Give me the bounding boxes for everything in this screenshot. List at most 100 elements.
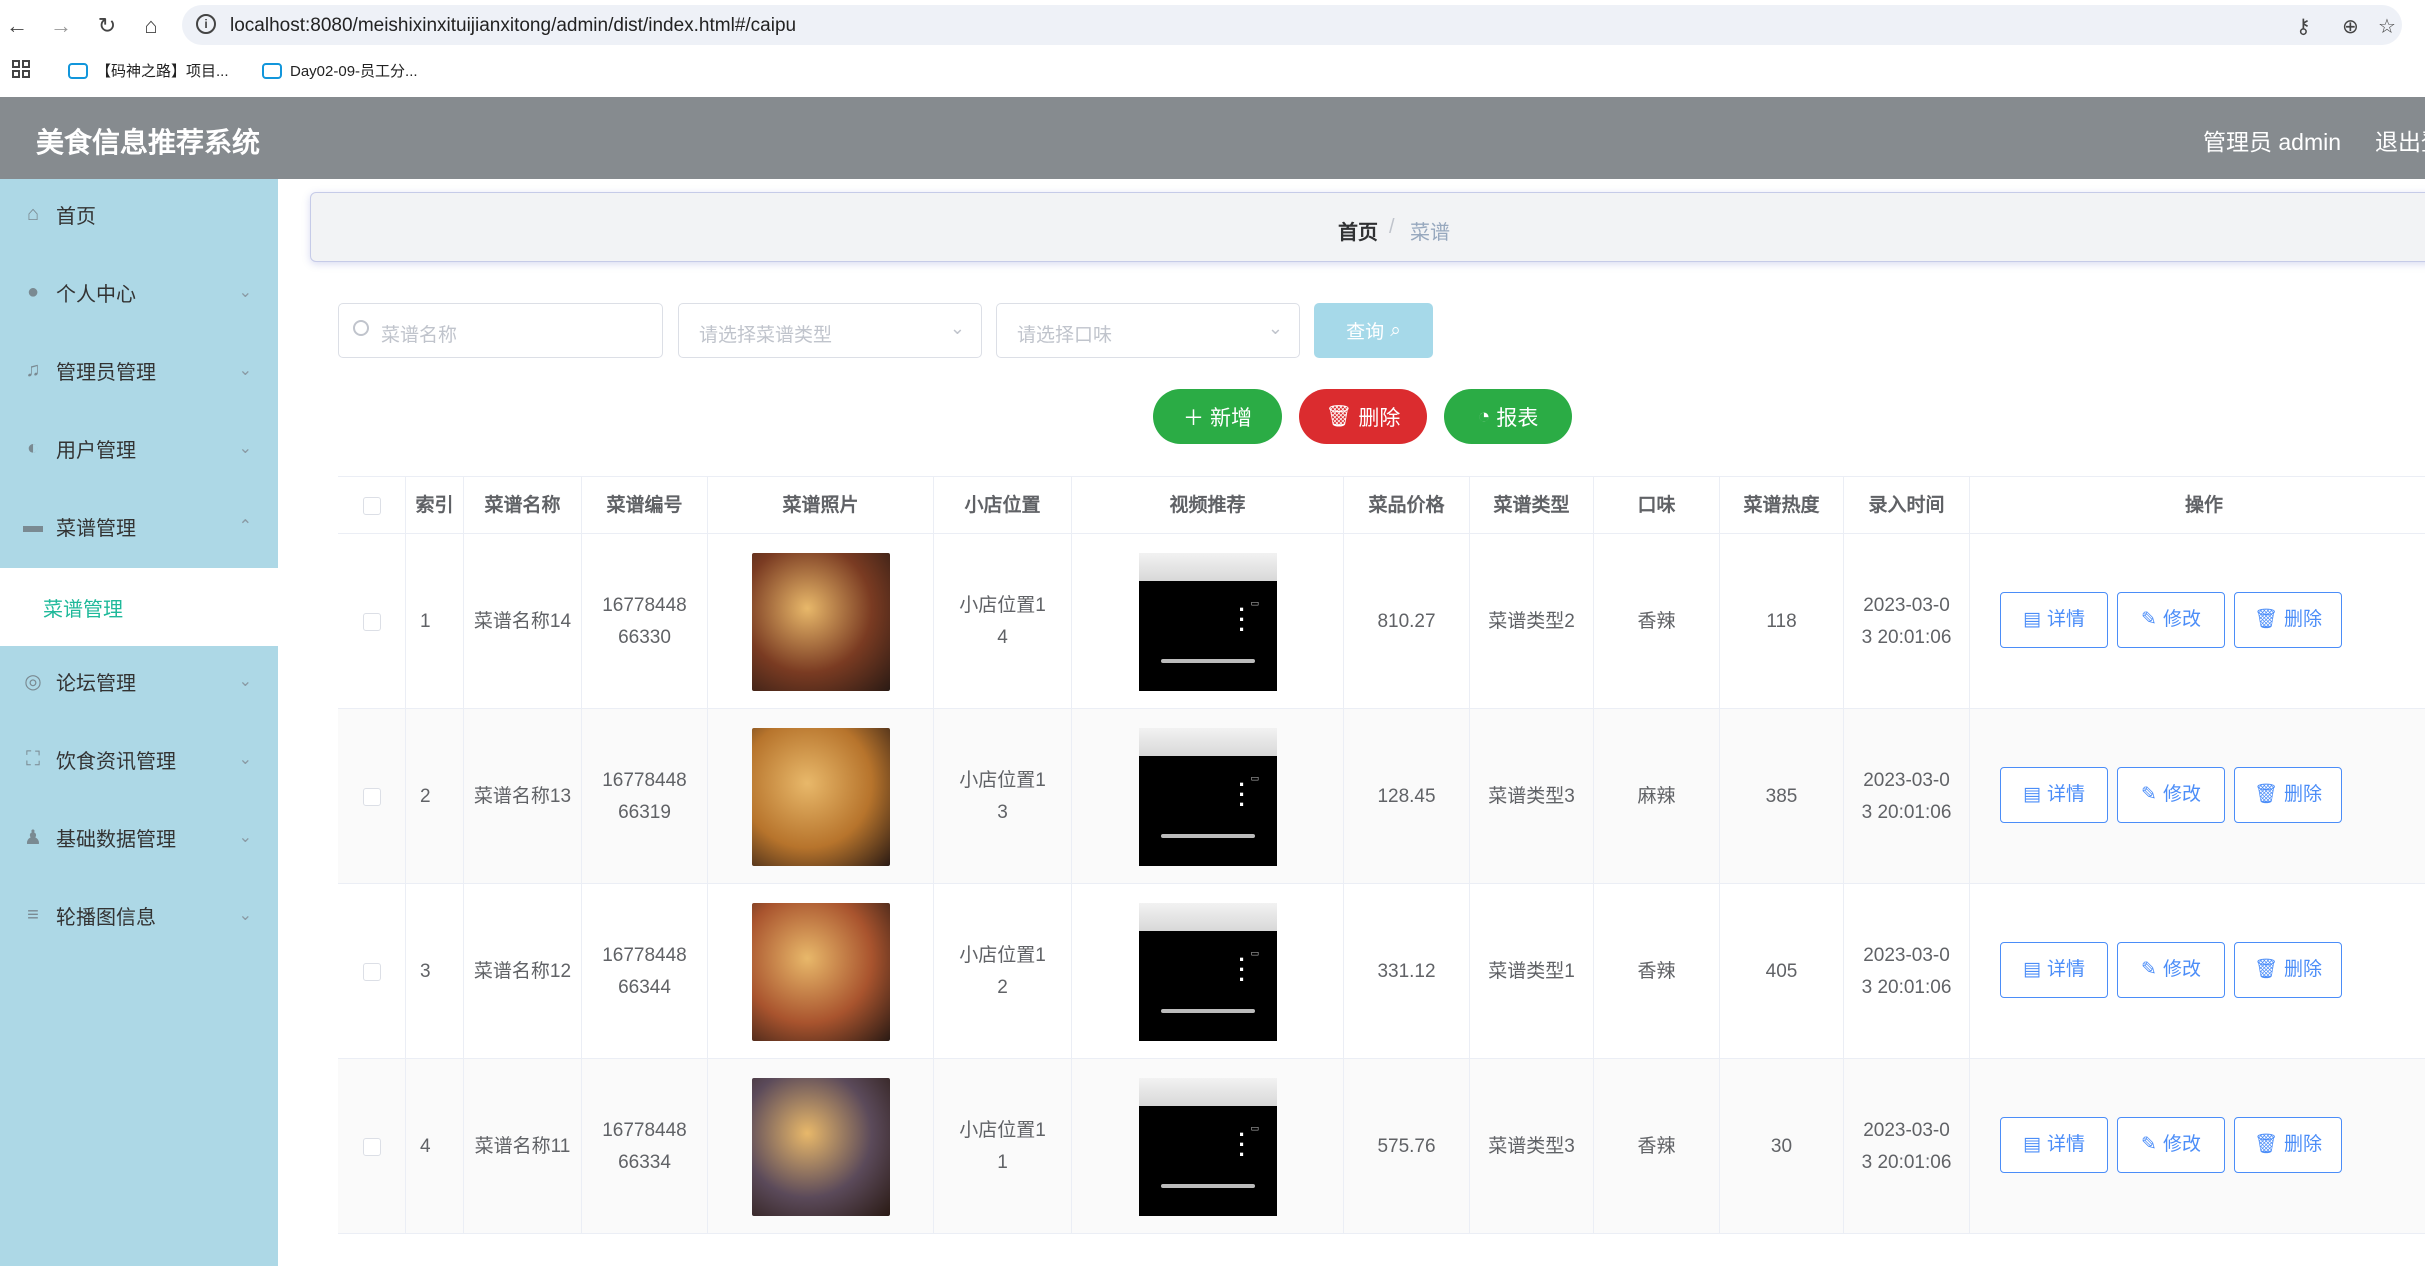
logout-link[interactable]: 退出登: [2375, 123, 2425, 157]
row-checkbox[interactable]: [362, 787, 381, 806]
bookmark-item[interactable]: Day02-09-员工分...: [262, 60, 418, 81]
report-button[interactable]: ◔ 报表: [1444, 389, 1572, 444]
video-progress-bar[interactable]: [1160, 1183, 1255, 1188]
action-label: 详情: [2046, 609, 2085, 630]
bookmark-star-icon[interactable]: ☆: [2378, 14, 2396, 39]
sidebar-item-news[interactable]: ⛶ 饮食资讯管理 ⌄: [0, 724, 278, 794]
cell-photo: [708, 1059, 934, 1234]
column-header[interactable]: 索引: [406, 477, 464, 535]
back-icon[interactable]: ←: [2, 11, 32, 41]
home-browser-icon[interactable]: ⌂: [136, 11, 166, 41]
apps-grid-icon[interactable]: [12, 60, 30, 78]
recipe-type-placeholder: 请选择菜谱类型: [699, 325, 833, 346]
query-button[interactable]: 查询 ⌕: [1314, 303, 1433, 358]
more-options-icon[interactable]: · · ·: [1239, 948, 1246, 990]
video-player[interactable]: ▭ · · ·: [1138, 552, 1277, 691]
row-delete-button[interactable]: 🗑 删除: [2234, 592, 2342, 648]
more-options-icon[interactable]: · · ·: [1239, 1123, 1246, 1165]
search-icon: [353, 320, 369, 336]
add-button[interactable]: ＋ 新增: [1153, 389, 1282, 444]
video-badge-icon: ▭: [1250, 597, 1260, 608]
column-header[interactable]: 口味: [1594, 477, 1720, 535]
column-header[interactable]: 菜谱编号: [582, 477, 708, 535]
cell-photo: [708, 884, 934, 1059]
detail-button[interactable]: ▤ 详情: [2000, 592, 2108, 648]
column-header[interactable]: 菜谱类型: [1470, 477, 1594, 535]
sidebar-item-home[interactable]: ⌂ 首页: [0, 179, 278, 249]
recipe-type-select[interactable]: 请选择菜谱类型 ⌄: [678, 303, 982, 358]
row-checkbox[interactable]: [362, 962, 381, 981]
row-delete-button[interactable]: 🗑 删除: [2234, 767, 2342, 823]
breadcrumb-home[interactable]: 首页: [1338, 216, 1378, 245]
reload-icon[interactable]: ↻: [92, 11, 122, 41]
column-header[interactable]: 小店位置: [934, 477, 1072, 535]
delete-label: 删除: [1358, 406, 1401, 430]
edit-button[interactable]: ✎ 修改: [2117, 942, 2225, 998]
video-player[interactable]: ▭ · · ·: [1138, 1077, 1277, 1216]
edit-button[interactable]: ✎ 修改: [2117, 767, 2225, 823]
video-progress-bar[interactable]: [1160, 1008, 1255, 1013]
submenu-recipe-management[interactable]: 菜谱管理: [0, 568, 278, 646]
detail-button[interactable]: ▤ 详情: [2000, 767, 2108, 823]
sidebar-item-label: 菜谱管理: [56, 517, 136, 540]
row-checkbox[interactable]: [362, 612, 381, 631]
recipe-photo[interactable]: [751, 902, 890, 1041]
column-header[interactable]: 录入时间: [1844, 477, 1970, 535]
cell-code: 16778448 66334: [582, 1059, 708, 1234]
sidebar-item-label: 轮播图信息: [56, 906, 156, 929]
sidebar-item-label: 用户管理: [56, 439, 136, 462]
url-text[interactable]: localhost:8080/meishixinxituijianxitong/…: [230, 15, 796, 37]
site-info-icon[interactable]: i: [196, 14, 216, 34]
edit-button[interactable]: ✎ 修改: [2117, 592, 2225, 648]
bookmark-item[interactable]: 【码神之路】项目...: [68, 60, 229, 81]
cell-name: 菜谱名称13: [464, 709, 582, 884]
edit-icon: ✎: [2141, 959, 2157, 980]
cell-heat: 30: [1720, 1059, 1844, 1234]
detail-button[interactable]: ▤ 详情: [2000, 942, 2108, 998]
recipe-photo[interactable]: [751, 727, 890, 866]
video-player[interactable]: ▭ · · ·: [1138, 727, 1277, 866]
row-delete-button[interactable]: 🗑 删除: [2234, 1117, 2342, 1173]
column-header[interactable]: 视频推荐: [1072, 477, 1344, 535]
forward-icon[interactable]: →: [46, 11, 76, 41]
sidebar-item-profile[interactable]: ● 个人中心 ⌄: [0, 257, 278, 327]
column-header[interactable]: 菜谱照片: [708, 477, 934, 535]
submenu-label: 菜谱管理: [43, 599, 123, 621]
column-header[interactable]: 菜品价格: [1344, 477, 1470, 535]
select-all-checkbox[interactable]: [362, 496, 381, 515]
taste-select[interactable]: 请选择口味 ⌄: [996, 303, 1300, 358]
cell-actions: ▤ 详情 ✎ 修改 🗑 删除: [1970, 534, 2425, 709]
sidebar-item-recipes[interactable]: ▬ 菜谱管理 ⌃: [0, 491, 278, 561]
row-select-cell: [338, 1059, 406, 1234]
zoom-icon[interactable]: ⊕: [2342, 14, 2359, 39]
password-key-icon[interactable]: ⚷: [2296, 14, 2311, 39]
sidebar-item-carousel[interactable]: ≡ 轮播图信息 ⌄: [0, 880, 278, 950]
row-delete-button[interactable]: 🗑 删除: [2234, 942, 2342, 998]
cell-price: 128.45: [1344, 709, 1470, 884]
more-options-icon[interactable]: · · ·: [1239, 773, 1246, 815]
row-checkbox[interactable]: [362, 1137, 381, 1156]
edit-button[interactable]: ✎ 修改: [2117, 1117, 2225, 1173]
cell-actions: ▤ 详情 ✎ 修改 🗑 删除: [1970, 709, 2425, 884]
batch-delete-button[interactable]: 🗑 删除: [1299, 389, 1427, 444]
more-options-icon[interactable]: · · ·: [1239, 598, 1246, 640]
column-header[interactable]: 菜谱热度: [1720, 477, 1844, 535]
sidebar-item-forum[interactable]: ◎ 论坛管理 ⌄: [0, 646, 278, 716]
sidebar-item-users[interactable]: ◐ 用户管理 ⌄: [0, 413, 278, 483]
sidebar-item-base-data[interactable]: ♟ 基础数据管理 ⌄: [0, 802, 278, 872]
chevron-down-icon: ⌄: [238, 284, 252, 301]
video-progress-bar[interactable]: [1160, 658, 1255, 663]
edit-icon: ✎: [2141, 609, 2157, 630]
recipe-photo[interactable]: [751, 552, 890, 691]
chevron-up-icon: ⌃: [238, 518, 252, 535]
video-player[interactable]: ▭ · · ·: [1138, 902, 1277, 1041]
recipe-name-input[interactable]: 菜谱名称: [338, 303, 663, 358]
detail-button[interactable]: ▤ 详情: [2000, 1117, 2108, 1173]
recipe-photo[interactable]: [751, 1077, 890, 1216]
sidebar-item-admins[interactable]: ♫ 管理员管理 ⌄: [0, 335, 278, 405]
address-bar[interactable]: i localhost:8080/meishixinxituijianxiton…: [182, 5, 2402, 45]
breadcrumb-separator: /: [1389, 216, 1395, 238]
column-header[interactable]: 菜谱名称: [464, 477, 582, 535]
video-progress-bar[interactable]: [1160, 833, 1255, 838]
trash-icon: 🗑: [1325, 404, 1353, 428]
